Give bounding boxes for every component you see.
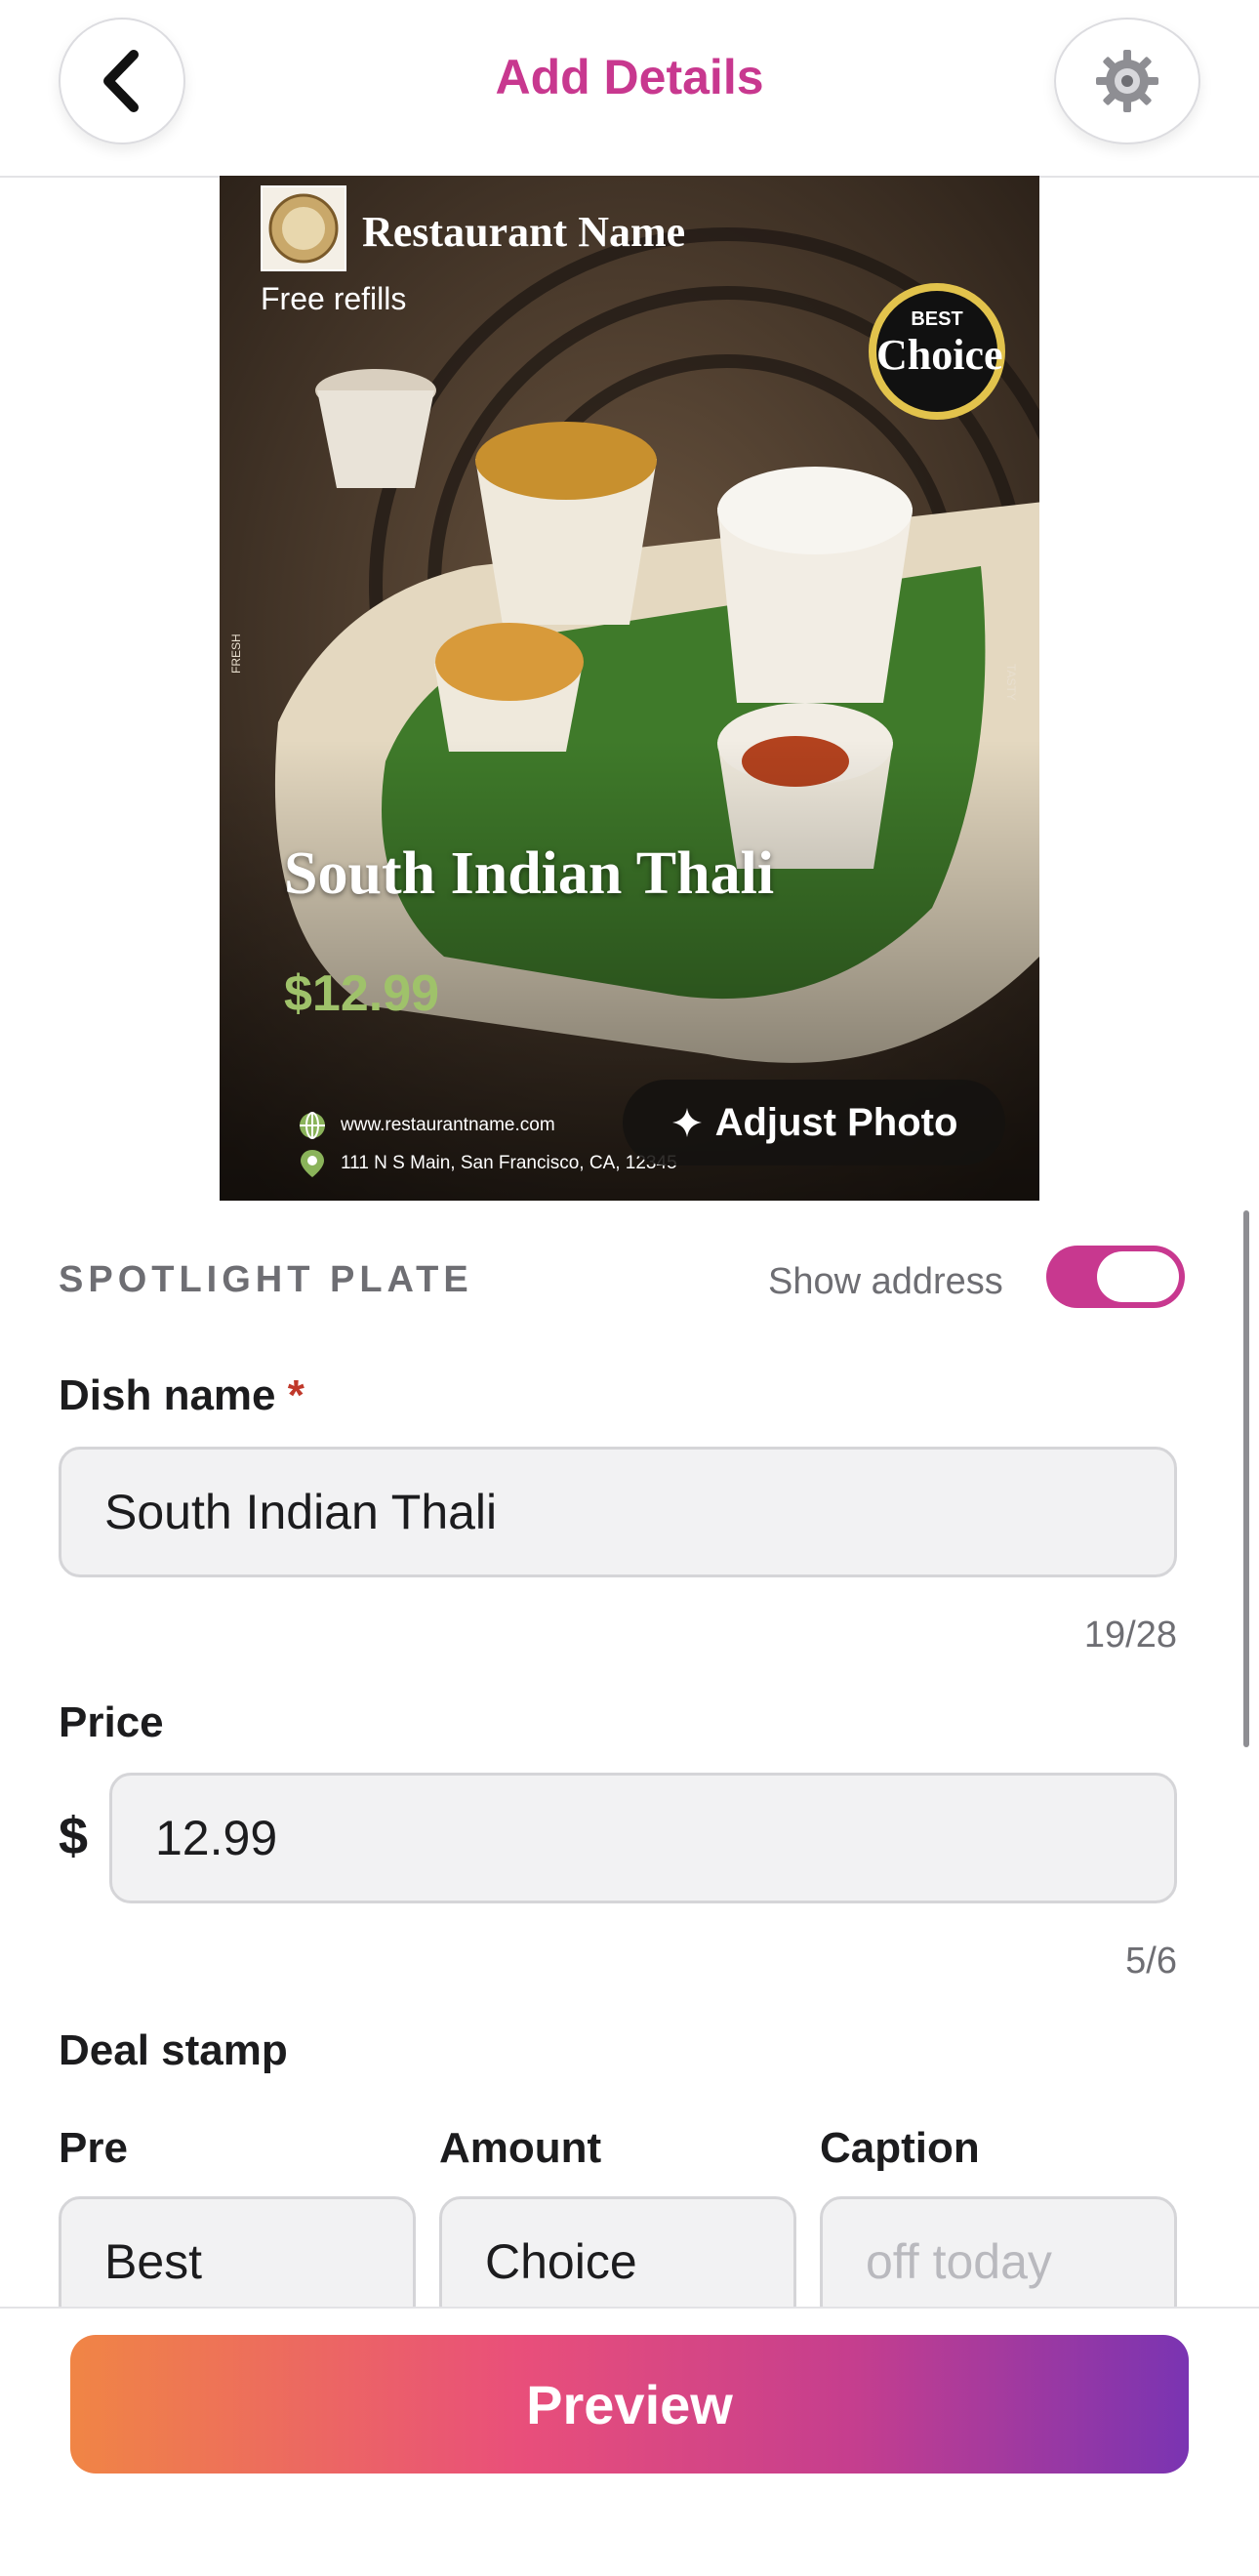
gear-icon (1096, 50, 1158, 112)
address-row: 111 N S Main, San Francisco, CA, 12345 (298, 1148, 677, 1179)
price-counter: 5/6 (1125, 1941, 1177, 1982)
side-text-left: FRESH (229, 634, 243, 674)
stamp-pre-text: BEST (911, 308, 963, 330)
settings-button[interactable] (1054, 18, 1200, 144)
deal-stamp-label: Deal stamp (59, 2026, 288, 2074)
currency-symbol: $ (59, 1807, 89, 1865)
address-text: 111 N S Main, San Francisco, CA, 12345 (341, 1153, 677, 1173)
amount-value: Choice (485, 2234, 637, 2289)
pre-label: Pre (59, 2124, 128, 2172)
caption-label: Caption (820, 2124, 980, 2172)
restaurant-logo (261, 185, 346, 271)
top-bar: Add Details (0, 0, 1259, 178)
adjust-photo-label: Adjust Photo (714, 1100, 958, 1144)
website-row: www.restaurantname.com (298, 1111, 555, 1140)
amount-label: Amount (439, 2124, 602, 2172)
price-input[interactable]: 12.99 (109, 1773, 1177, 1903)
scrollbar[interactable] (1243, 1210, 1249, 1747)
price-value: 12.99 (155, 1811, 278, 1865)
preview-button[interactable]: Preview (70, 2335, 1189, 2474)
dish-name-label-text: Dish name (59, 1371, 276, 1419)
dish-photo-card[interactable]: Restaurant Name Free refills BEST Choice… (220, 176, 1039, 1201)
caption-placeholder: off today (866, 2234, 1052, 2289)
side-text-right: TASTY (1004, 664, 1018, 701)
show-address-toggle[interactable] (1046, 1246, 1185, 1308)
required-mark: * (287, 1371, 305, 1419)
dish-price: $12.99 (284, 965, 440, 1022)
preview-label: Preview (526, 2373, 733, 2435)
dish-name-input[interactable]: South Indian Thali (59, 1447, 1177, 1577)
section-label: SPOTLIGHT PLATE (59, 1259, 473, 1300)
adjust-photo-button[interactable]: Adjust Photo (623, 1080, 1005, 1165)
logo-emblem-icon (268, 193, 339, 264)
map-pin-icon (301, 1150, 324, 1177)
dish-name-counter: 19/28 (1083, 1615, 1177, 1656)
tagline: Free refills (261, 281, 407, 316)
restaurant-name: Restaurant Name (362, 208, 686, 256)
price-label: Price (59, 1698, 164, 1746)
pre-value: Best (104, 2234, 203, 2289)
deal-stamp: BEST Choice (869, 283, 1005, 420)
toggle-knob (1097, 1251, 1179, 1302)
dish-name-value: South Indian Thali (104, 1485, 498, 1539)
show-address-label: Show address (768, 1261, 1003, 1302)
dish-title: South Indian Thali (284, 840, 775, 907)
website-text: www.restaurantname.com (341, 1115, 555, 1135)
sparkle-icon (671, 1108, 702, 1137)
dish-name-label: Dish name * (59, 1371, 305, 1420)
globe-icon (300, 1112, 325, 1139)
stamp-amount-text: Choice (876, 331, 1003, 379)
